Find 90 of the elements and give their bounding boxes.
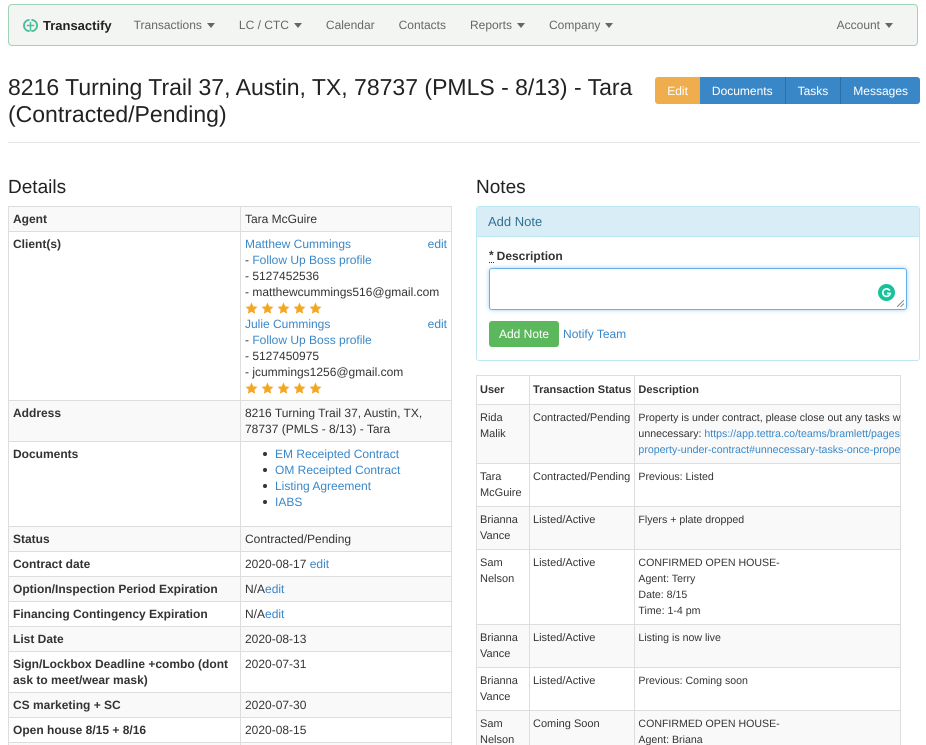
description-text: Flyers + plate dropped (638, 514, 744, 526)
document-link[interactable]: OM Receipted Contract (275, 462, 400, 478)
star-icon (245, 382, 258, 394)
description-text: Agent: Briana (638, 734, 703, 745)
brand-name[interactable]: Transactify (43, 18, 112, 32)
field-value: Contracted/Pending (240, 526, 452, 552)
client-name-link[interactable]: Matthew Cummings (245, 236, 352, 252)
table-cell: Rida Malik (476, 404, 530, 464)
description-text: Agent: Terry (638, 573, 696, 585)
nav-menu-item[interactable]: Reports (458, 18, 538, 32)
field-value: N/A (245, 582, 266, 596)
star-icon (309, 382, 322, 394)
email-address: - matthewcummings516@gmail.com (245, 284, 440, 300)
field-value: N/A (245, 607, 266, 621)
description-input[interactable] (489, 268, 907, 310)
action-button[interactable]: Documents (700, 77, 786, 104)
nav-menu-item[interactable]: Contacts (386, 18, 458, 32)
profile-link[interactable]: Follow Up Boss profile (252, 333, 372, 347)
resize-handle-icon[interactable] (897, 300, 904, 307)
phone-number: - 5127450975 (245, 348, 320, 364)
edit-link[interactable]: edit (265, 607, 284, 621)
table-cell: Contracted/Pending (530, 404, 635, 464)
description-text: Date: 8/15 (638, 589, 688, 601)
table-cell: Brianna Vance (476, 624, 530, 668)
section-heading: Notes (476, 177, 527, 199)
document-link[interactable]: Listing Agreement (275, 478, 372, 494)
table-cell: Listed/Active (530, 624, 635, 668)
nav-menu-item[interactable]: Transactions (122, 18, 227, 32)
field-label: Option/Inspection Period Expiration (8, 576, 240, 602)
star-icon (261, 382, 274, 394)
star-icon (277, 302, 290, 314)
field-label: Description (496, 249, 563, 263)
field-label: Agent (8, 206, 240, 232)
dash: - (245, 253, 250, 267)
nav-menu-item[interactable]: LC / CTC (226, 18, 314, 32)
document-link[interactable]: IABS (275, 494, 302, 510)
action-button[interactable]: Edit (655, 77, 700, 104)
description-text: unnecessary: (638, 428, 702, 440)
description-text: Property is under contract, please close out any tasks w (638, 412, 900, 424)
description-text: Previous: Coming soon (638, 675, 748, 687)
column-header: Description (634, 376, 901, 404)
section-heading: Details (8, 177, 68, 199)
page-title: 8216 Turning Trail 37, Austin, TX, 78737 (PMLS - 8/13) - Tara (Contracted/Pending) (8, 74, 634, 128)
field-label: Address (8, 400, 240, 442)
link[interactable]: https://app.tettra.co/teams/bramlett/pages (704, 428, 900, 440)
field-label: CS marketing + SC (8, 692, 240, 718)
required-mark: * (489, 249, 494, 263)
field-label: List Date (8, 626, 240, 652)
description-text: Time: 1-4 pm (638, 605, 700, 617)
panel-title: Add Note (477, 207, 919, 237)
field-value: Tara McGuire (240, 206, 452, 232)
phone-number: - 5127452536 (245, 268, 320, 284)
description-text: Listing is now live (638, 632, 721, 644)
field-value: 2020-07-30 (240, 692, 452, 718)
description-text: CONFIRMED OPEN HOUSE- (638, 718, 780, 730)
star-icon (261, 302, 274, 314)
add-note-button[interactable]: Add Note (489, 321, 560, 347)
field-value: 2020-08-13 (240, 626, 452, 652)
notify-team-link[interactable]: Notify Team (563, 327, 626, 341)
field-value: 2020-08-17 (245, 557, 308, 571)
link[interactable]: property-under-contract#unnecessary-tasks-once-prope (638, 444, 900, 456)
star-icon (293, 302, 306, 314)
document-link[interactable]: EM Receipted Contract (275, 446, 400, 462)
edit-link[interactable]: edit (428, 236, 447, 252)
field-label: Status (8, 526, 240, 552)
edit-link[interactable]: edit (265, 582, 284, 596)
table-cell: Brianna Vance (476, 506, 530, 550)
action-button[interactable]: Tasks (786, 77, 842, 104)
table-cell: Coming Soon (530, 710, 635, 745)
nav-menu-item[interactable]: Company (537, 18, 626, 32)
account-menu[interactable]: Account (824, 18, 905, 32)
description-text: CONFIRMED OPEN HOUSE- (638, 557, 780, 569)
star-icon (245, 302, 258, 314)
profile-link[interactable]: Follow Up Boss profile (252, 253, 372, 267)
column-header: User (476, 376, 530, 404)
table-cell: Sam Nelson (476, 710, 530, 745)
dash: - (245, 333, 250, 347)
star-icon (277, 382, 290, 394)
email-address: - jcummings1256@gmail.com (245, 364, 404, 380)
nav-menu-item[interactable]: Calendar (314, 18, 387, 32)
table-cell: Listed/Active (530, 506, 635, 550)
star-icon (309, 302, 322, 314)
description-text: Previous: Listed (638, 471, 714, 483)
logo-icon (23, 18, 38, 32)
edit-link[interactable]: edit (428, 316, 447, 332)
star-icon (293, 382, 306, 394)
action-button[interactable]: Messages (841, 77, 920, 104)
edit-link[interactable]: edit (310, 557, 330, 571)
field-value: 8216 Turning Trail 37, Austin, TX, 78737 (PMLS - 8/13) - Tara (240, 400, 452, 442)
client-name-link[interactable]: Julie Cummings (245, 316, 330, 332)
